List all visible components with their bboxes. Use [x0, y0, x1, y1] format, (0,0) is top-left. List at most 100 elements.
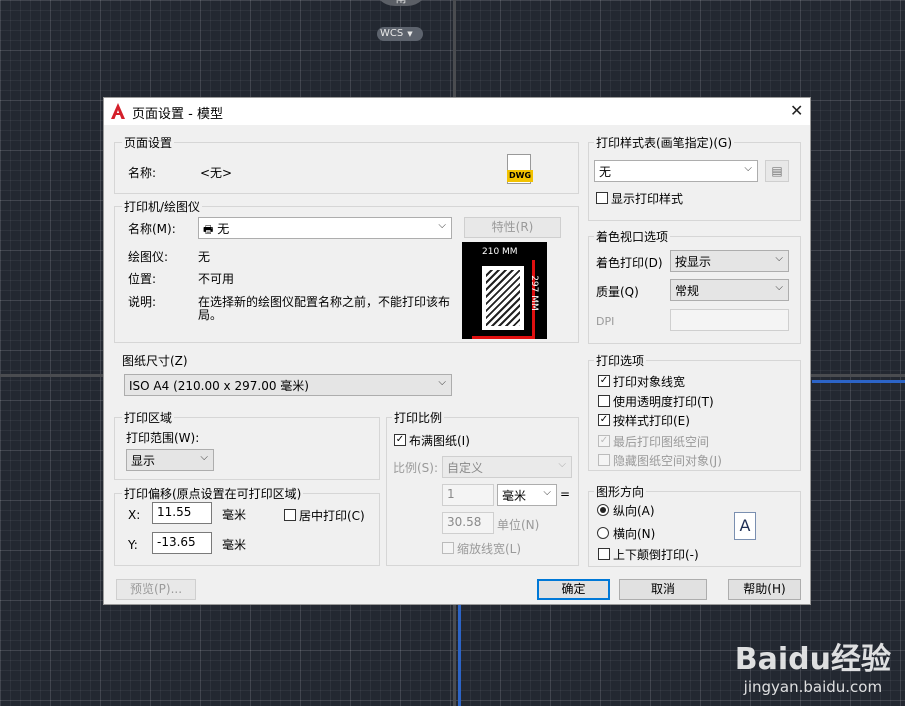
chevron-down-icon: ⌵ — [200, 452, 208, 463]
shaded-viewport-group-label: 着色视口选项 — [594, 228, 671, 245]
show-plot-styles-label: 显示打印样式 — [611, 192, 684, 206]
offset-x-input[interactable]: 11.55 — [152, 502, 212, 524]
ok-button[interactable]: 确定 — [537, 579, 610, 600]
center-plot-label: 居中打印(C) — [299, 509, 365, 523]
plotter-value: 无 — [198, 250, 211, 264]
plot-range-dropdown[interactable]: 显示 ⌵ — [126, 449, 214, 471]
preview-printable-area — [486, 270, 520, 326]
drawing-x-axis-line — [812, 380, 905, 383]
edit-style-icon: ▤ — [771, 164, 783, 178]
plotter-label: 绘图仪: — [128, 250, 169, 264]
dpi-input[interactable] — [670, 309, 789, 331]
plot-options-item-label: 使用透明度打印(T) — [613, 395, 714, 409]
scale-lineweights-checkbox[interactable] — [442, 542, 454, 554]
scale-equals: = — [560, 487, 571, 501]
page-setup-name-value: <无> — [200, 166, 233, 180]
plot-with-styles-checkbox[interactable]: ✓ — [598, 414, 610, 426]
cancel-button[interactable]: 取消 — [619, 579, 707, 600]
scale-unit-label: 单位(N) — [497, 518, 540, 532]
dwg-icon-text: DWG — [507, 170, 533, 182]
plot-style-table-dropdown[interactable]: 无 ⌵ — [594, 160, 758, 182]
plot-style-table-group-label: 打印样式表(画笔指定)(G) — [594, 134, 735, 151]
help-button[interactable]: 帮助(H) — [728, 579, 801, 600]
chevron-down-icon: ⌵ — [438, 377, 446, 388]
wcs-label: WCS — [380, 28, 404, 39]
portrait-radio[interactable] — [597, 504, 609, 516]
plot-range-value: 显示 — [131, 454, 156, 468]
paper-size-label: 图纸尺寸(Z) — [122, 354, 188, 368]
plot-options-item-label: 隐藏图纸空间对象(J) — [613, 454, 722, 468]
paper-preview: 210 MM 297 MM — [462, 242, 547, 339]
properties-button[interactable]: 特性(R) — [464, 217, 561, 238]
orientation-preview-icon: A — [734, 512, 756, 540]
baidu-watermark: Baidu经验 jingyan.baidu.com — [735, 634, 891, 696]
preview-button[interactable]: 预览(P)... — [116, 579, 196, 600]
plot-options-item-label: 按样式打印(E) — [613, 414, 690, 428]
scale-label: 比例(S): — [393, 461, 439, 475]
fit-to-paper-checkbox[interactable]: ✓ — [394, 434, 406, 446]
plot-object-lineweights-checkbox[interactable]: ✓ — [598, 375, 610, 387]
page-setup-dialog: 页面设置 - 模型 ✕ 页面设置 名称: <无> DWG 打印机/绘图仪 名称(… — [103, 97, 811, 605]
description-label: 说明: — [128, 295, 157, 309]
page-setup-name-label: 名称: — [128, 166, 157, 180]
description-line-2: 局。 — [198, 308, 223, 322]
offset-y-label: Y: — [128, 538, 138, 552]
printer-name-value: 无 — [217, 222, 230, 236]
chevron-down-icon: ⌵ — [543, 487, 551, 498]
dialog-titlebar: 页面设置 - 模型 ✕ — [104, 98, 810, 125]
shade-plot-dropdown[interactable]: 按显示 ⌵ — [670, 250, 789, 272]
chevron-down-icon: ⌵ — [775, 253, 783, 264]
paper-size-value: ISO A4 (210.00 x 297.00 毫米) — [129, 379, 309, 393]
drawing-y-axis-line — [458, 605, 461, 706]
center-plot-checkbox[interactable] — [284, 509, 296, 521]
autocad-logo-icon — [111, 103, 125, 119]
printer-icon: 🖶 — [203, 223, 214, 236]
close-icon[interactable]: ✕ — [790, 101, 803, 120]
page-setup-group-label: 页面设置 — [122, 134, 175, 151]
plot-options-group-label: 打印选项 — [594, 352, 647, 369]
edit-plot-style-button[interactable]: ▤ — [765, 160, 789, 182]
orientation-group-label: 图形方向 — [594, 483, 647, 500]
preview-height-label: 297 MM — [528, 275, 539, 311]
scale-value: 自定义 — [447, 461, 484, 475]
location-label: 位置: — [128, 272, 157, 286]
quality-dropdown[interactable]: 常规 ⌵ — [670, 279, 789, 301]
location-value: 不可用 — [198, 272, 235, 286]
wcs-menu[interactable]: WCS ▼ — [377, 27, 423, 41]
description-line-1: 在选择新的绘图仪配置名称之前，不能打印该布 — [198, 295, 451, 309]
landscape-radio[interactable] — [597, 527, 609, 539]
scale-unit-dropdown[interactable]: 毫米 ⌵ — [497, 484, 557, 506]
plot-transparency-checkbox[interactable] — [598, 395, 610, 407]
hide-paperspace-objects-checkbox[interactable] — [598, 454, 610, 466]
plot-style-table-value: 无 — [599, 165, 612, 179]
show-plot-styles-checkbox[interactable] — [596, 192, 608, 204]
scale-lineweights-label: 缩放线宽(L) — [457, 542, 522, 556]
upside-down-checkbox[interactable] — [598, 548, 610, 560]
printer-name-dropdown[interactable]: 🖶 无 ⌵ — [198, 217, 452, 239]
watermark-brand: Baidu经验 — [734, 642, 891, 677]
chevron-down-icon: ⌵ — [438, 220, 446, 231]
offset-y-input[interactable]: -13.65 — [152, 532, 212, 554]
scale-value1-input[interactable]: 1 — [442, 484, 494, 506]
dwg-file-icon: DWG — [505, 154, 535, 186]
landscape-label: 横向(N) — [613, 527, 656, 541]
plot-options-item-label: 最后打印图纸空间 — [613, 435, 710, 449]
paper-size-dropdown[interactable]: ISO A4 (210.00 x 297.00 毫米) ⌵ — [124, 374, 452, 396]
viewcube-compass[interactable]: 南 — [373, 0, 429, 6]
plot-paperspace-last-checkbox[interactable]: ✓ — [598, 435, 610, 447]
chevron-down-icon: ⌵ — [744, 163, 752, 174]
scale-value2-input[interactable]: 30.58 — [442, 512, 494, 534]
printer-group-label: 打印机/绘图仪 — [122, 198, 203, 215]
preview-width-label: 210 MM — [482, 247, 518, 257]
scale-unit-value: 毫米 — [502, 489, 527, 503]
watermark-url: jingyan.baidu.com — [743, 678, 883, 696]
plot-options-item-label: 打印对象线宽 — [613, 375, 686, 389]
chevron-down-icon: ⌵ — [558, 459, 566, 470]
plot-scale-group-label: 打印比例 — [392, 409, 445, 426]
scale-dropdown[interactable]: 自定义 ⌵ — [442, 456, 572, 478]
upside-down-label: 上下颠倒打印(-) — [613, 548, 699, 562]
shade-plot-value: 按显示 — [675, 255, 712, 269]
fit-to-paper-label: 布满图纸(I) — [409, 434, 470, 448]
quality-value: 常规 — [675, 284, 700, 298]
offset-y-unit: 毫米 — [222, 538, 247, 552]
